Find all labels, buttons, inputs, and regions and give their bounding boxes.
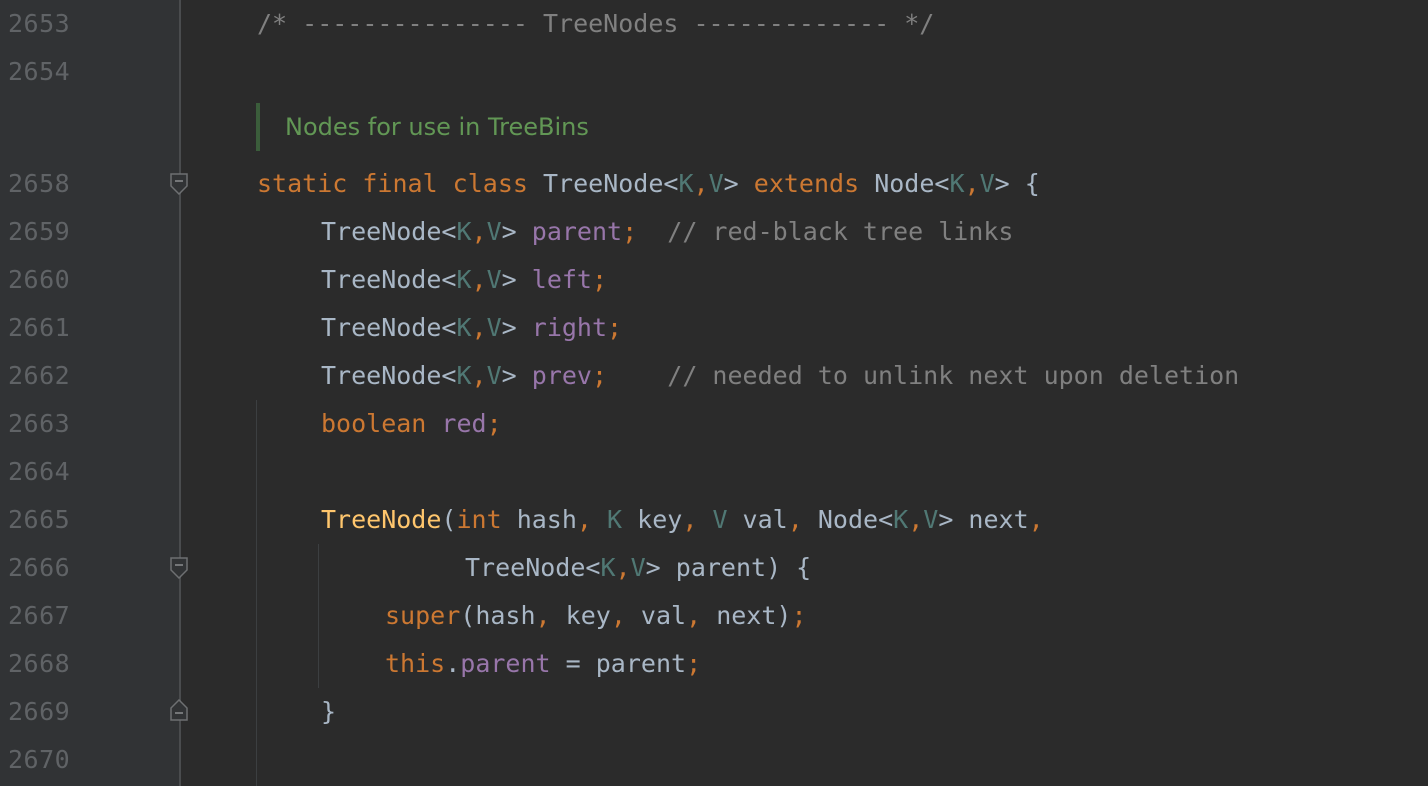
inline-comment: // needed to unlink next upon deletion bbox=[667, 361, 1240, 390]
code-line: TreeNode<K,V> prev; // needed to unlink … bbox=[321, 361, 1240, 390]
code-line: TreeNode<K,V> right; bbox=[321, 313, 623, 342]
code-line: TreeNode<K,V> left; bbox=[321, 265, 608, 294]
code-line: this.parent = parent; bbox=[385, 649, 702, 678]
code-editor[interactable]: 2653 2654 2658 2659 2660 2661 2662 2663 … bbox=[0, 0, 1428, 786]
code-line: } bbox=[321, 697, 337, 726]
code-line: super(hash, key, val, next); bbox=[385, 601, 807, 630]
code-line: boolean red; bbox=[321, 409, 502, 438]
inline-comment: // red-black tree links bbox=[667, 217, 1014, 246]
code-line: static final class TreeNode<K,V> extends… bbox=[257, 169, 1040, 198]
code-line: TreeNode<K,V> parent; // red-black tree … bbox=[321, 217, 1014, 246]
code-line: TreeNode<K,V> parent) { bbox=[465, 553, 812, 582]
code-area[interactable]: /* --------------- TreeNodes -----------… bbox=[0, 0, 1428, 786]
code-line: /* --------------- TreeNodes -----------… bbox=[257, 9, 935, 38]
code-line: TreeNode(int hash, K key, V val, Node<K,… bbox=[321, 505, 1044, 534]
